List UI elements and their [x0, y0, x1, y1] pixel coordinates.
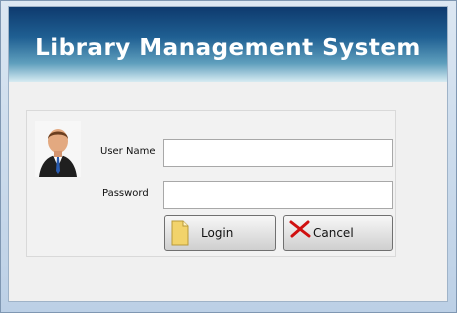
- cancel-button[interactable]: Cancel: [283, 215, 393, 251]
- password-label: Password: [102, 188, 149, 199]
- user-avatar-icon: [35, 121, 81, 177]
- header-banner: Library Management System: [9, 7, 447, 82]
- login-panel: User Name Password Login Cancel: [26, 110, 396, 257]
- red-x-icon: [289, 220, 311, 238]
- login-button[interactable]: Login: [164, 215, 276, 251]
- username-field[interactable]: [163, 139, 393, 167]
- password-field[interactable]: [163, 181, 393, 209]
- document-icon: [171, 220, 189, 246]
- window-client-area: Library Management System User Name Pass…: [8, 6, 448, 302]
- cancel-button-label: Cancel: [313, 226, 354, 240]
- page-title: Library Management System: [35, 35, 421, 61]
- app-window: Library Management System User Name Pass…: [0, 0, 457, 313]
- username-label: User Name: [100, 146, 156, 157]
- login-button-label: Login: [201, 226, 234, 240]
